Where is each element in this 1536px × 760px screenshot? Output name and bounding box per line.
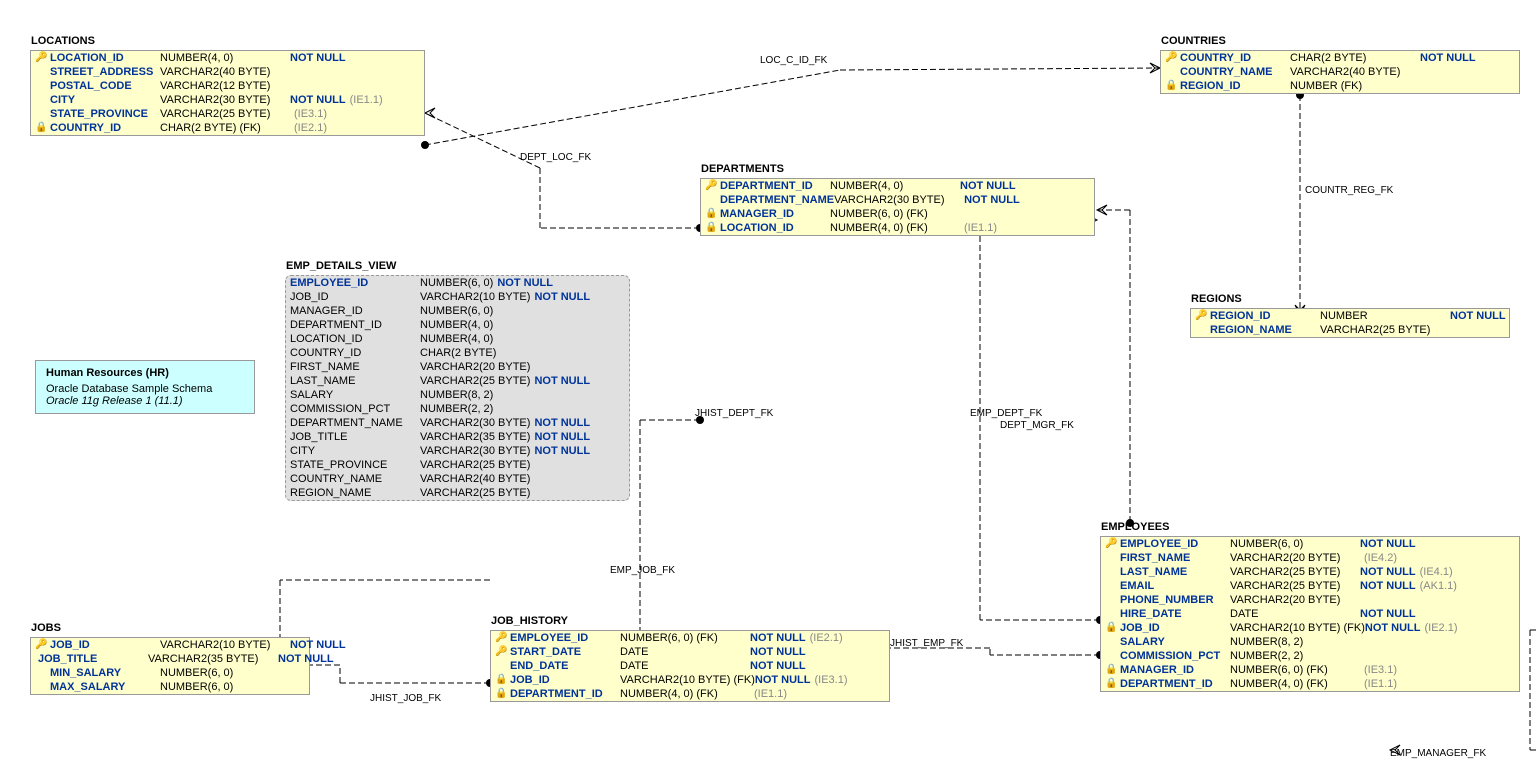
view-row: REGION_NAME VARCHAR2(25 BYTE)	[286, 486, 629, 500]
table-row: END_DATE DATE NOT NULL	[491, 659, 889, 673]
info-line1: Oracle Database Sample Schema	[46, 383, 244, 395]
table-row: 🔑 DEPARTMENT_ID NUMBER(4, 0) NOT NULL	[701, 179, 1094, 193]
lock-icon: 🔒	[495, 688, 507, 700]
view-row: JOB_ID VARCHAR2(10 BYTE) NOT NULL	[286, 290, 629, 304]
table-row: PHONE_NUMBER VARCHAR2(20 BYTE)	[1101, 593, 1519, 607]
table-row: HIRE_DATE DATE NOT NULL	[1101, 607, 1519, 621]
table-countries: COUNTRIES 🔑 COUNTRY_ID CHAR(2 BYTE) NOT …	[1160, 50, 1520, 94]
table-row: LAST_NAME VARCHAR2(25 BYTE) NOT NULL (IE…	[1101, 565, 1519, 579]
table-row: STATE_PROVINCE VARCHAR2(25 BYTE) (IE3.1)	[31, 107, 424, 121]
view-row: STATE_PROVINCE VARCHAR2(25 BYTE)	[286, 458, 629, 472]
key-icon: 🔑	[1105, 538, 1117, 550]
view-row: DEPARTMENT_ID NUMBER(4, 0)	[286, 318, 629, 332]
view-row: EMPLOYEE_ID NUMBER(6, 0) NOT NULL	[286, 276, 629, 290]
table-row: MAX_SALARY NUMBER(6, 0)	[31, 680, 309, 694]
table-row: 🔑 EMPLOYEE_ID NUMBER(6, 0) NOT NULL	[1101, 537, 1519, 551]
key-icon: 🔑	[35, 52, 47, 64]
table-locations-title: LOCATIONS	[31, 35, 95, 47]
table-row: 🔒 DEPARTMENT_ID NUMBER(4, 0) (FK) (IE1.1…	[491, 687, 889, 701]
fk-label-emp-manager: EMP_MANAGER_FK	[1390, 748, 1486, 759]
info-line2: Oracle 11g Release 1 (11.1)	[46, 395, 244, 407]
table-row: CITY VARCHAR2(30 BYTE) NOT NULL (IE1.1)	[31, 93, 424, 107]
table-row: 🔑 LOCATION_ID NUMBER(4, 0) NOT NULL	[31, 51, 424, 65]
table-countries-title: COUNTRIES	[1161, 35, 1226, 47]
table-job-history-title: JOB_HISTORY	[491, 615, 568, 627]
table-row: POSTAL_CODE VARCHAR2(12 BYTE)	[31, 79, 424, 93]
table-row: DEPARTMENT_NAME VARCHAR2(30 BYTE) NOT NU…	[701, 193, 1094, 207]
view-row: SALARY NUMBER(8, 2)	[286, 388, 629, 402]
table-regions: REGIONS 🔑 REGION_ID NUMBER NOT NULL REGI…	[1190, 308, 1510, 338]
table-row: COUNTRY_NAME VARCHAR2(40 BYTE)	[1161, 65, 1519, 79]
lock-icon: 🔒	[1105, 622, 1117, 634]
table-employees-title: EMPLOYEES	[1101, 521, 1169, 533]
table-row: 🔑 REGION_ID NUMBER NOT NULL	[1191, 309, 1509, 323]
key-icon: 🔑	[495, 632, 507, 644]
lock-icon: 🔒	[35, 122, 47, 134]
lock-icon: 🔒	[705, 208, 717, 220]
view-row: DEPARTMENT_NAME VARCHAR2(30 BYTE) NOT NU…	[286, 416, 629, 430]
view-emp-details: EMP_DETAILS_VIEW EMPLOYEE_ID NUMBER(6, 0…	[285, 275, 630, 501]
fk-label-emp-dept: EMP_DEPT_FK	[970, 408, 1042, 419]
key-icon: 🔑	[1165, 52, 1177, 64]
lock-icon: 🔒	[1165, 80, 1177, 92]
view-row: COUNTRY_NAME VARCHAR2(40 BYTE)	[286, 472, 629, 486]
view-row: COUNTRY_ID CHAR(2 BYTE)	[286, 346, 629, 360]
table-row: 🔒 MANAGER_ID NUMBER(6, 0) (FK)	[701, 207, 1094, 221]
fk-label-dept-loc: DEPT_LOC_FK	[520, 152, 591, 163]
table-row: 🔒 LOCATION_ID NUMBER(4, 0) (FK) (IE1.1)	[701, 221, 1094, 235]
view-row: COMMISSION_PCT NUMBER(2, 2)	[286, 402, 629, 416]
table-job-history: JOB_HISTORY 🔑 EMPLOYEE_ID NUMBER(6, 0) (…	[490, 630, 890, 702]
info-box: Human Resources (HR) Oracle Database Sam…	[35, 360, 255, 414]
table-row: STREET_ADDRESS VARCHAR2(40 BYTE)	[31, 65, 424, 79]
key-icon: 🔑	[1195, 310, 1207, 322]
key-icon: 🔑	[495, 646, 507, 658]
table-row: 🔑 START_DATE DATE NOT NULL	[491, 645, 889, 659]
table-jobs-title: JOBS	[31, 622, 61, 634]
table-row: FIRST_NAME VARCHAR2(20 BYTE) (IE4.2)	[1101, 551, 1519, 565]
table-employees: EMPLOYEES 🔑 EMPLOYEE_ID NUMBER(6, 0) NOT…	[1100, 536, 1520, 692]
erd-diagram: LOC_C_ID_FK DEPT_LOC_FK COUNTR_REG_FK JH…	[0, 0, 1536, 760]
fk-label-emp-job: EMP_JOB_FK	[610, 565, 675, 576]
table-row: 🔑 COUNTRY_ID CHAR(2 BYTE) NOT NULL	[1161, 51, 1519, 65]
view-row: LOCATION_ID NUMBER(4, 0)	[286, 332, 629, 346]
key-icon: 🔑	[35, 639, 47, 651]
table-regions-title: REGIONS	[1191, 293, 1242, 305]
table-row: 🔒 DEPARTMENT_ID NUMBER(4, 0) (FK) (IE1.1…	[1101, 677, 1519, 691]
view-row: MANAGER_ID NUMBER(6, 0)	[286, 304, 629, 318]
fk-label-loc-c-id: LOC_C_ID_FK	[760, 55, 827, 66]
fk-label-jhist-emp: JHIST_EMP_FK	[890, 638, 963, 649]
view-row: JOB_TITLE VARCHAR2(35 BYTE) NOT NULL	[286, 430, 629, 444]
table-departments-title: DEPARTMENTS	[701, 163, 784, 175]
fk-label-jhist-dept: JHIST_DEPT_FK	[695, 408, 773, 419]
table-row: SALARY NUMBER(8, 2)	[1101, 635, 1519, 649]
table-locations: LOCATIONS 🔑 LOCATION_ID NUMBER(4, 0) NOT…	[30, 50, 425, 136]
table-row: COMMISSION_PCT NUMBER(2, 2)	[1101, 649, 1519, 663]
table-row: 🔒 REGION_ID NUMBER (FK)	[1161, 79, 1519, 93]
view-row: LAST_NAME VARCHAR2(25 BYTE) NOT NULL	[286, 374, 629, 388]
lock-icon: 🔒	[1105, 664, 1117, 676]
view-row: CITY VARCHAR2(30 BYTE) NOT NULL	[286, 444, 629, 458]
lock-icon: 🔒	[1105, 678, 1117, 690]
table-departments: DEPARTMENTS 🔑 DEPARTMENT_ID NUMBER(4, 0)…	[700, 178, 1095, 236]
key-icon: 🔑	[705, 180, 717, 192]
table-jobs: JOBS 🔑 JOB_ID VARCHAR2(10 BYTE) NOT NULL…	[30, 637, 310, 695]
table-row: MIN_SALARY NUMBER(6, 0)	[31, 666, 309, 680]
table-row: REGION_NAME VARCHAR2(25 BYTE)	[1191, 323, 1509, 337]
view-emp-details-title: EMP_DETAILS_VIEW	[286, 260, 396, 272]
table-row: 🔒 JOB_ID VARCHAR2(10 BYTE) (FK) NOT NULL…	[491, 673, 889, 687]
fk-label-jhist-job: JHIST_JOB_FK	[370, 693, 441, 704]
table-row: EMAIL VARCHAR2(25 BYTE) NOT NULL (AK1.1)	[1101, 579, 1519, 593]
table-row: 🔒 JOB_ID VARCHAR2(10 BYTE) (FK) NOT NULL…	[1101, 621, 1519, 635]
lock-icon: 🔒	[495, 674, 507, 686]
table-row: 🔒 COUNTRY_ID CHAR(2 BYTE) (FK) (IE2.1)	[31, 121, 424, 135]
fk-label-countr-reg: COUNTR_REG_FK	[1305, 185, 1393, 196]
table-row: 🔑 JOB_ID VARCHAR2(10 BYTE) NOT NULL	[31, 638, 309, 652]
table-row: 🔒 MANAGER_ID NUMBER(6, 0) (FK) (IE3.1)	[1101, 663, 1519, 677]
lock-icon: 🔒	[705, 222, 717, 234]
table-row: JOB_TITLE VARCHAR2(35 BYTE) NOT NULL	[31, 652, 309, 666]
info-title: Human Resources (HR)	[46, 367, 244, 379]
view-row: FIRST_NAME VARCHAR2(20 BYTE)	[286, 360, 629, 374]
table-row: 🔑 EMPLOYEE_ID NUMBER(6, 0) (FK) NOT NULL…	[491, 631, 889, 645]
fk-label-dept-mgr: DEPT_MGR_FK	[1000, 420, 1074, 431]
